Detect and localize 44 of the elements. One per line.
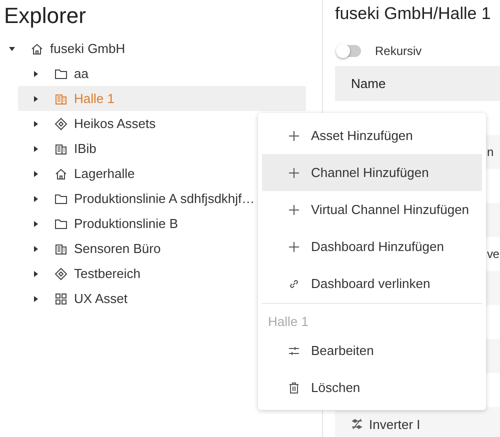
table-cell: n xyxy=(487,145,494,159)
caret-icon[interactable] xyxy=(32,270,40,278)
building-icon xyxy=(54,92,68,106)
tree-item[interactable]: fuseki GmbH xyxy=(0,36,306,61)
plus-icon xyxy=(288,204,300,216)
menu-item[interactable]: Bearbeiten xyxy=(262,332,482,369)
caret-icon[interactable] xyxy=(8,44,16,52)
caret-icon[interactable] xyxy=(32,120,40,128)
diamond-icon xyxy=(54,266,68,280)
building-icon xyxy=(54,242,68,256)
sliders-icon xyxy=(288,344,300,356)
plus-icon xyxy=(288,166,300,178)
folder-icon xyxy=(54,216,68,230)
building-icon xyxy=(54,142,68,156)
caret-icon[interactable] xyxy=(32,194,40,202)
toggle-switch[interactable] xyxy=(337,45,361,57)
caret-icon[interactable] xyxy=(32,244,40,252)
trash-icon xyxy=(288,382,300,394)
caret-icon[interactable] xyxy=(32,144,40,152)
grid-icon xyxy=(54,292,68,306)
section-heading: Halle 1 xyxy=(267,313,310,331)
page-title: fuseki GmbH/Halle 1 xyxy=(335,3,492,25)
house-icon xyxy=(30,42,44,56)
table-cell: Inverter I xyxy=(369,416,420,432)
sliders-icon xyxy=(351,418,363,430)
menu-item[interactable]: Channel Hinzufügen xyxy=(262,154,482,191)
folder-icon xyxy=(54,192,68,206)
folder-icon xyxy=(54,66,68,80)
caret-icon[interactable] xyxy=(32,70,40,78)
table-row[interactable]: Inverter I xyxy=(335,407,500,437)
column-header[interactable]: Name xyxy=(351,76,386,91)
caret-icon[interactable] xyxy=(32,170,40,178)
caret-icon[interactable] xyxy=(32,294,40,302)
plus-icon xyxy=(288,240,300,252)
toggle-label: Rekursiv xyxy=(375,44,422,58)
caret-icon[interactable] xyxy=(32,220,40,228)
plus-icon xyxy=(288,130,300,142)
tree-item[interactable]: aa xyxy=(18,61,306,86)
diamond-icon xyxy=(54,116,68,130)
link-icon xyxy=(288,278,300,290)
menu-item[interactable]: Löschen xyxy=(262,369,482,406)
house-icon xyxy=(54,166,68,180)
panel-title: Explorer xyxy=(3,2,87,30)
caret-icon[interactable] xyxy=(32,94,40,102)
